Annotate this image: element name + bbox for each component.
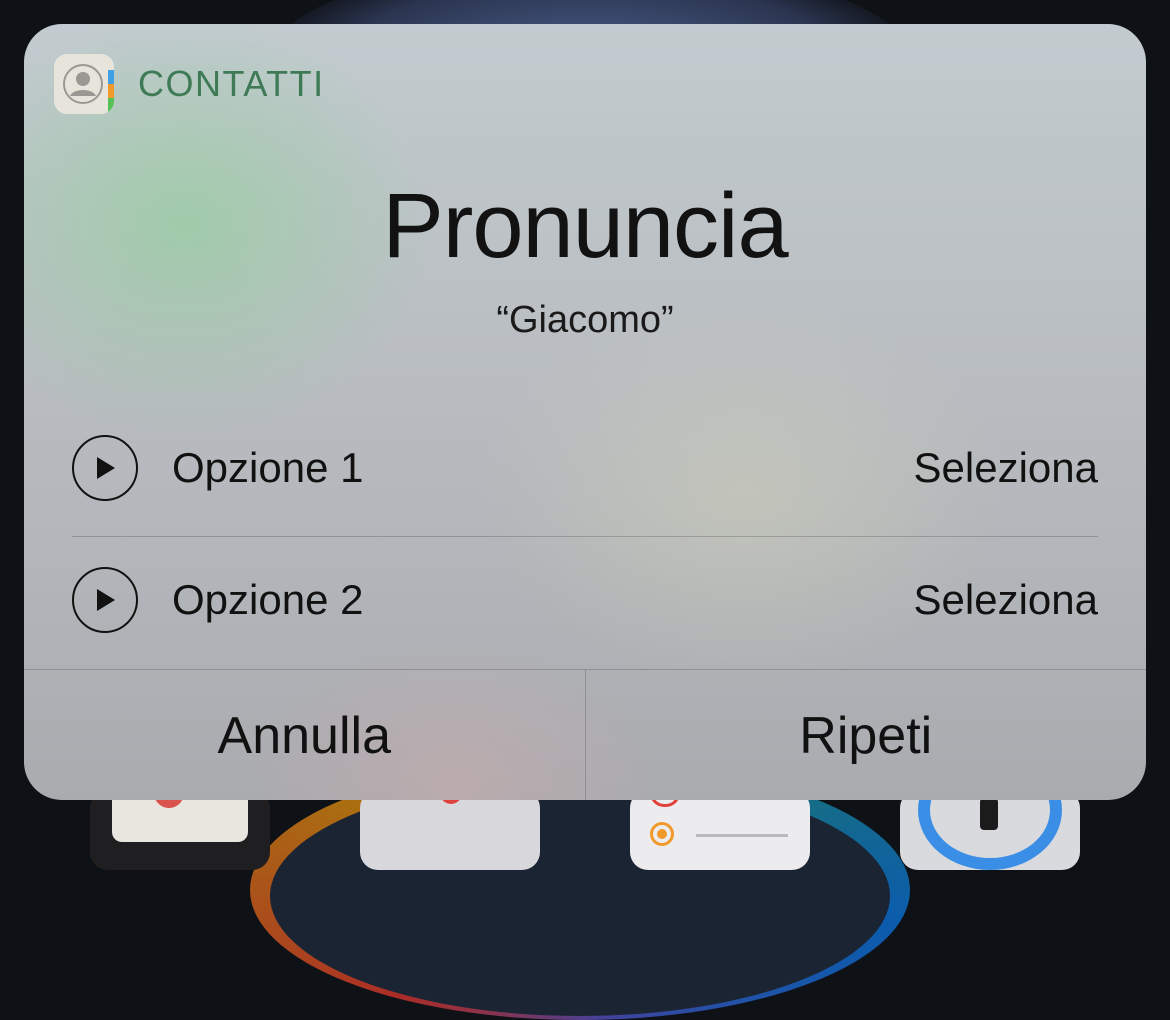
repeat-button[interactable]: Ripeti bbox=[584, 670, 1147, 800]
option-divider bbox=[72, 536, 1098, 537]
dock-app-4 bbox=[900, 750, 1080, 870]
option-row-2: Opzione 2 Seleziona bbox=[72, 545, 1098, 655]
select-button[interactable]: Seleziona bbox=[914, 444, 1098, 492]
option-label: Opzione 1 bbox=[172, 444, 364, 491]
dock-app-1 bbox=[90, 790, 270, 870]
option-row-1: Opzione 1 Seleziona bbox=[72, 413, 1098, 523]
dialog-subtitle: “Giacomo” bbox=[496, 299, 674, 341]
contacts-icon bbox=[54, 54, 114, 114]
pronunciation-alert: CONTATTI Pronuncia “Giacomo” Opzione 1 S… bbox=[24, 24, 1146, 800]
select-button[interactable]: Seleziona bbox=[914, 576, 1098, 624]
cancel-button[interactable]: Annulla bbox=[24, 670, 585, 800]
dialog-title: Pronuncia bbox=[382, 175, 788, 277]
option-label: Opzione 2 bbox=[172, 576, 364, 623]
dock-app-2 bbox=[360, 790, 540, 870]
play-icon[interactable] bbox=[72, 435, 138, 501]
play-icon[interactable] bbox=[72, 567, 138, 633]
app-name: CONTATTI bbox=[138, 63, 325, 104]
action-bar: Annulla Ripeti bbox=[24, 669, 1146, 800]
app-header: CONTATTI bbox=[54, 54, 325, 114]
dock-app-3 bbox=[630, 790, 810, 870]
